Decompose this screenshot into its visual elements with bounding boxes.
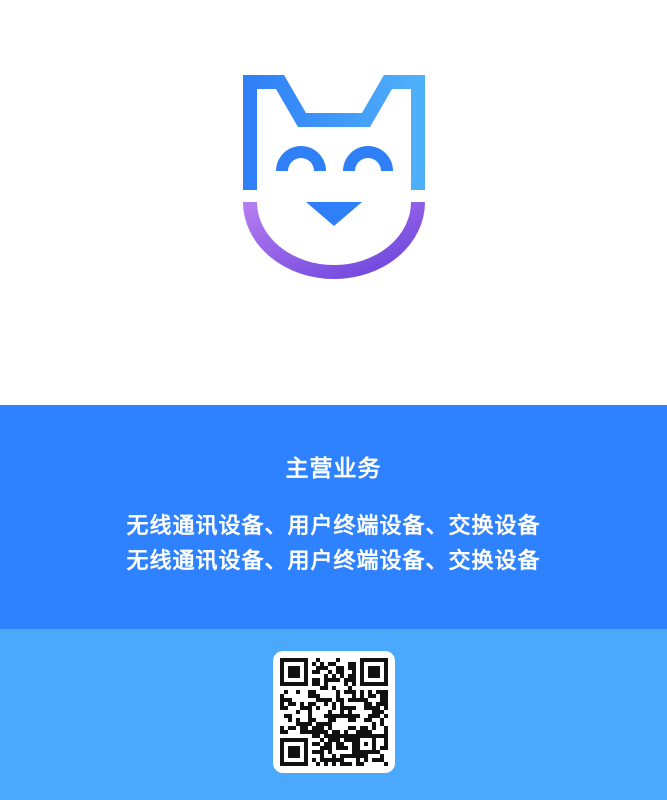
business-section: 主营业务 无线通讯设备、用户终端设备、交换设备 无线通讯设备、用户终端设备、交换… (0, 405, 667, 629)
cat-face-icon (243, 75, 425, 279)
qr-card (273, 651, 395, 773)
qr-section (0, 629, 667, 800)
qr-code-icon (280, 658, 388, 766)
logo-section (0, 0, 667, 405)
business-title: 主营业务 (285, 455, 382, 482)
business-line-1: 无线通讯设备、用户终端设备、交换设备 (126, 513, 541, 539)
business-line-2: 无线通讯设备、用户终端设备、交换设备 (126, 548, 541, 574)
